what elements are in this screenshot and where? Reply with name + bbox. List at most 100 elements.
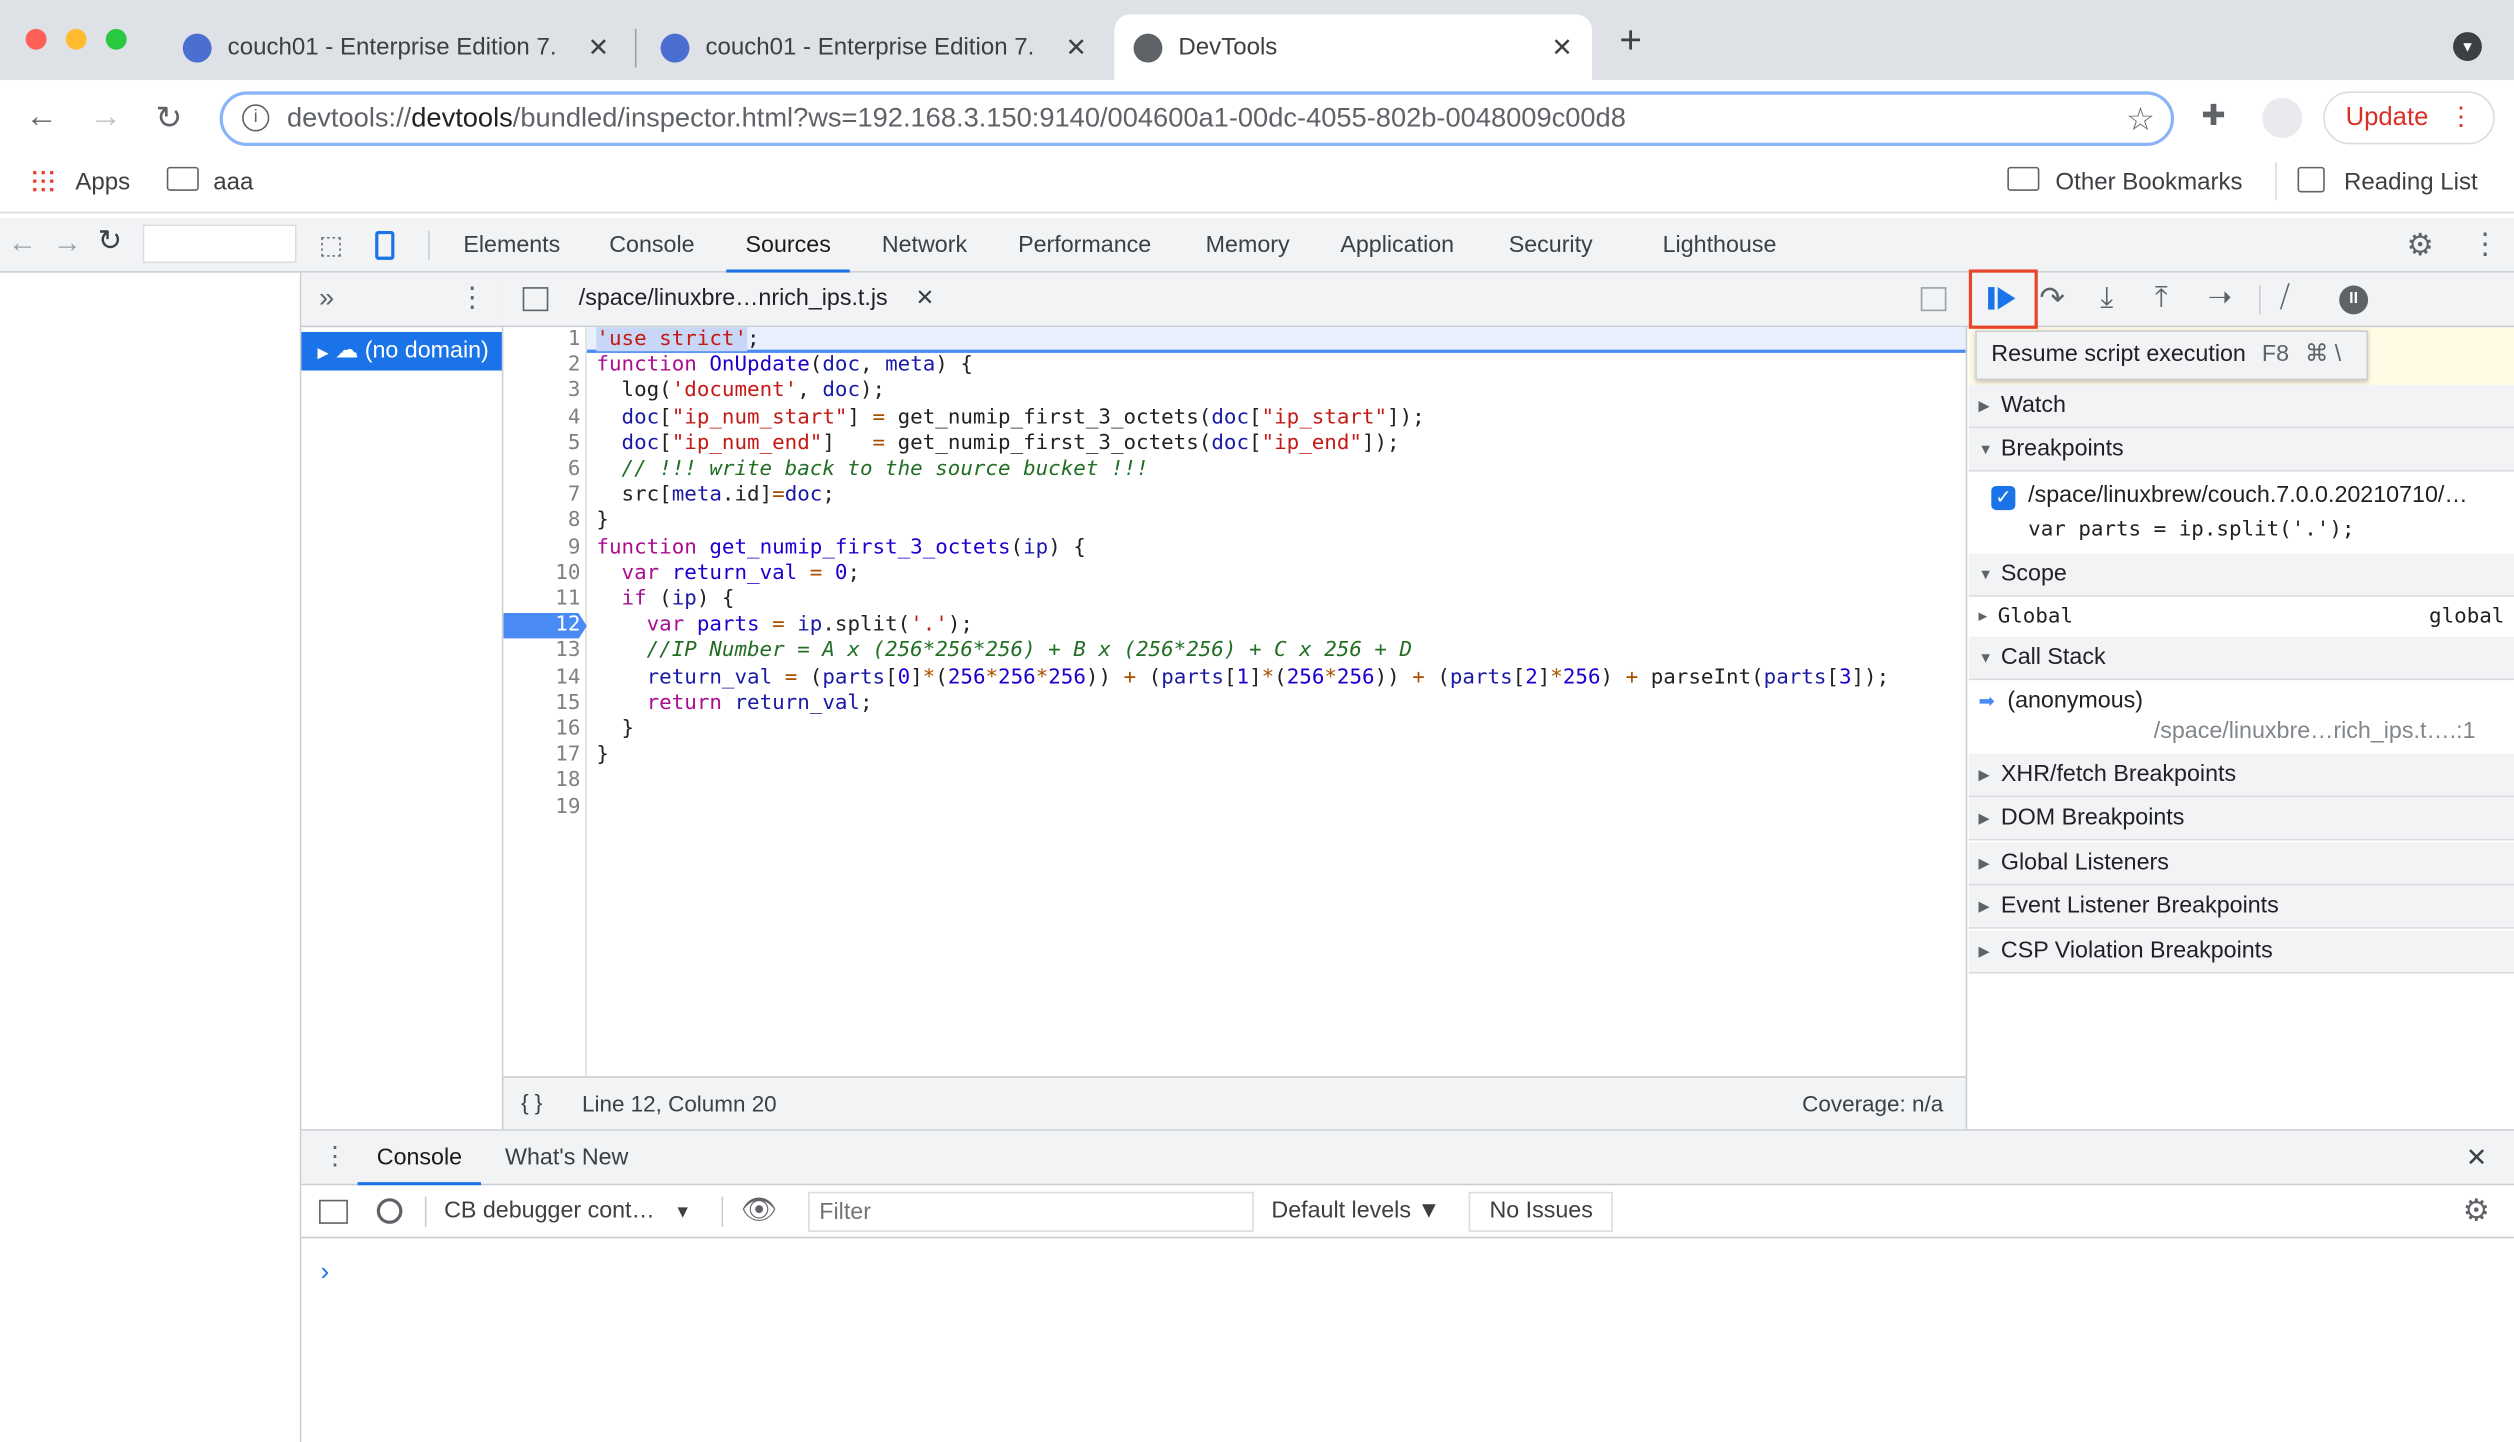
code-line[interactable]: function get_numip_first_3_octets(ip) { [596,535,1085,561]
pause-on-exceptions-icon[interactable]: II [2339,285,2369,315]
line-number[interactable]: 5 [503,431,581,457]
console-settings-gear-icon[interactable]: ⚙ [2463,1193,2490,1230]
code-line[interactable]: } [596,717,635,743]
section-csp-breakpoints[interactable]: ▶ CSP Violation Breakpoints [1968,930,2514,974]
line-number[interactable]: 1 [503,327,581,353]
minimize-window-button[interactable] [65,28,87,50]
tab-search-icon[interactable]: ▼ [2453,32,2482,61]
code-line[interactable]: var return_val = 0; [596,561,860,587]
forward-icon[interactable]: → [53,226,82,260]
code-line[interactable]: log('document', doc); [596,379,886,405]
line-number[interactable]: 11 [503,587,580,613]
close-file-icon[interactable]: ✕ [915,284,934,311]
line-number[interactable]: 13 [503,639,580,665]
section-scope[interactable]: ▼ Scope [1968,553,2514,597]
back-icon[interactable]: ← [26,99,58,136]
section-dom-breakpoints[interactable]: ▶ DOM Breakpoints [1968,797,2514,841]
forward-icon[interactable]: → [90,99,122,136]
clear-console-icon[interactable] [376,1198,403,1224]
browser-tab[interactable]: couch01 - Enterprise Edition 7. ✕ [164,14,629,80]
more-options-icon[interactable]: ⋮ [2471,228,2500,262]
call-frame[interactable]: ➡ (anonymous) /space/linuxbre…rich_ips.t… [1968,681,2514,754]
tab-memory[interactable]: Memory [1206,218,1290,273]
code-line[interactable]: function OnUpdate(doc, meta) { [596,353,973,379]
close-tab-icon[interactable]: ✕ [1551,31,1572,63]
settings-gear-icon[interactable]: ⚙ [2407,228,2434,265]
step-into-icon[interactable]: ⤓ [2100,281,2113,315]
issues-button[interactable]: No Issues [1468,1191,1614,1232]
code-line[interactable]: 'use strict'; [596,327,760,353]
tab-elements[interactable]: Elements [463,218,560,273]
code-line[interactable]: return_val = (parts[0]*(256*256*256)) + … [596,665,1890,691]
scope-global[interactable]: ▶ Global global [1968,598,2514,637]
navigator-item-no-domain[interactable]: ▶ ☁ (no domain) [301,332,502,371]
navigator-menu-icon[interactable]: ⋮ [459,282,486,314]
code-line[interactable]: doc["ip_num_start"] = get_numip_first_3_… [596,405,1425,431]
step-over-icon[interactable]: ↷ [2039,281,2065,318]
back-icon[interactable]: ← [8,226,37,260]
info-icon[interactable]: i [242,104,270,132]
other-bookmarks[interactable]: Other Bookmarks [2055,168,2242,195]
tab-console[interactable]: Console [609,218,694,273]
section-call-stack[interactable]: ▼ Call Stack [1968,636,2514,681]
new-tab-button[interactable]: + [1619,19,1641,64]
more-tabs-button[interactable]: » [319,282,334,314]
live-expression-eye-icon[interactable]: 👁 [741,1193,778,1227]
resume-button[interactable] [1968,269,2038,329]
show-sidebar-icon[interactable] [319,1199,348,1224]
drawer-tab-whats-new[interactable]: What's New [505,1131,628,1186]
line-number[interactable]: 3 [503,379,581,405]
line-number[interactable]: 2 [503,353,581,379]
file-tab[interactable]: /space/linuxbre…nrich_ips.t.js [579,286,888,312]
toggle-navigator-icon[interactable] [522,287,549,312]
inspect-element-icon[interactable]: ⬚ [319,229,343,261]
code-line[interactable]: src[meta.id]=doc; [596,483,835,509]
line-number[interactable]: 15 [503,691,580,717]
line-number[interactable]: 4 [503,405,581,431]
drawer-tab-console[interactable]: Console [357,1131,482,1186]
tab-lighthouse[interactable]: Lighthouse [1663,218,1777,273]
code-line[interactable]: return return_val; [596,691,873,717]
bookmark-apps[interactable]: Apps [75,168,130,195]
reload-icon[interactable]: ↻ [98,225,122,259]
close-tab-icon[interactable]: ✕ [588,31,609,63]
section-watch[interactable]: ▶ Watch [1968,384,2514,429]
tab-network[interactable]: Network [882,218,967,273]
line-number[interactable]: 19 [503,795,580,821]
drawer-menu-icon[interactable]: ⋮ [322,1140,348,1172]
frame-location[interactable]: /space/linuxbre…rich_ips.t….:1 [2154,719,2476,745]
extensions-icon[interactable]: ✚ [2201,99,2225,133]
log-levels-dropdown[interactable]: Default levels ▼ [1271,1198,1440,1224]
code-editor[interactable]: 1 2 3 4 5 6 7 8 9 10 11 12 13 14 15 16 17 18 19 'use stric… [503,327,1966,1077]
line-number[interactable]: 10 [503,561,580,587]
deactivate-breakpoints-icon[interactable]: ⧸ [2280,281,2290,315]
section-global-listeners[interactable]: ▶ Global Listeners [1968,842,2514,886]
bookmark-folder-aaa[interactable]: aaa [213,168,253,195]
profile-avatar[interactable] [2262,97,2303,138]
maximize-window-button[interactable] [105,28,127,50]
context-selector[interactable]: CB debugger cont… ▼ [444,1198,691,1224]
line-number[interactable]: 8 [503,509,581,535]
page-url-input[interactable] [142,224,297,264]
address-bar[interactable]: i devtools://devtools/bundled/inspector.… [219,91,2175,146]
console-filter-input[interactable] [808,1191,1254,1232]
tab-application[interactable]: Application [1340,218,1454,273]
section-event-listener-breakpoints[interactable]: ▶ Event Listener Breakpoints [1968,885,2514,929]
line-number[interactable]: 17 [503,743,580,769]
device-toolbar-icon[interactable] [375,230,395,260]
code-line[interactable]: } [596,509,609,535]
update-button[interactable]: Update ⋮ [2323,91,2495,145]
toggle-debugger-icon[interactable] [1920,287,1947,312]
browser-tab[interactable]: couch01 - Enterprise Edition 7. ✕ [641,14,1106,80]
code-line[interactable]: if (ip) { [596,587,735,613]
breakpoint-line-number[interactable]: 12 [503,613,587,639]
line-number-gutter[interactable]: 1 2 3 4 5 6 7 8 9 10 11 12 13 14 15 16 17 18 19 [503,327,587,1077]
close-window-button[interactable] [25,28,47,50]
console-prompt[interactable]: › [321,1259,330,1288]
line-number[interactable]: 6 [503,457,581,483]
breakpoint-checkbox[interactable]: ✓ [1991,486,2016,511]
line-number[interactable]: 7 [503,483,581,509]
tab-performance[interactable]: Performance [1018,218,1151,273]
code-line[interactable]: doc["ip_num_end"] = get_numip_first_3_oc… [596,431,1400,457]
tab-sources[interactable]: Sources [726,218,851,273]
